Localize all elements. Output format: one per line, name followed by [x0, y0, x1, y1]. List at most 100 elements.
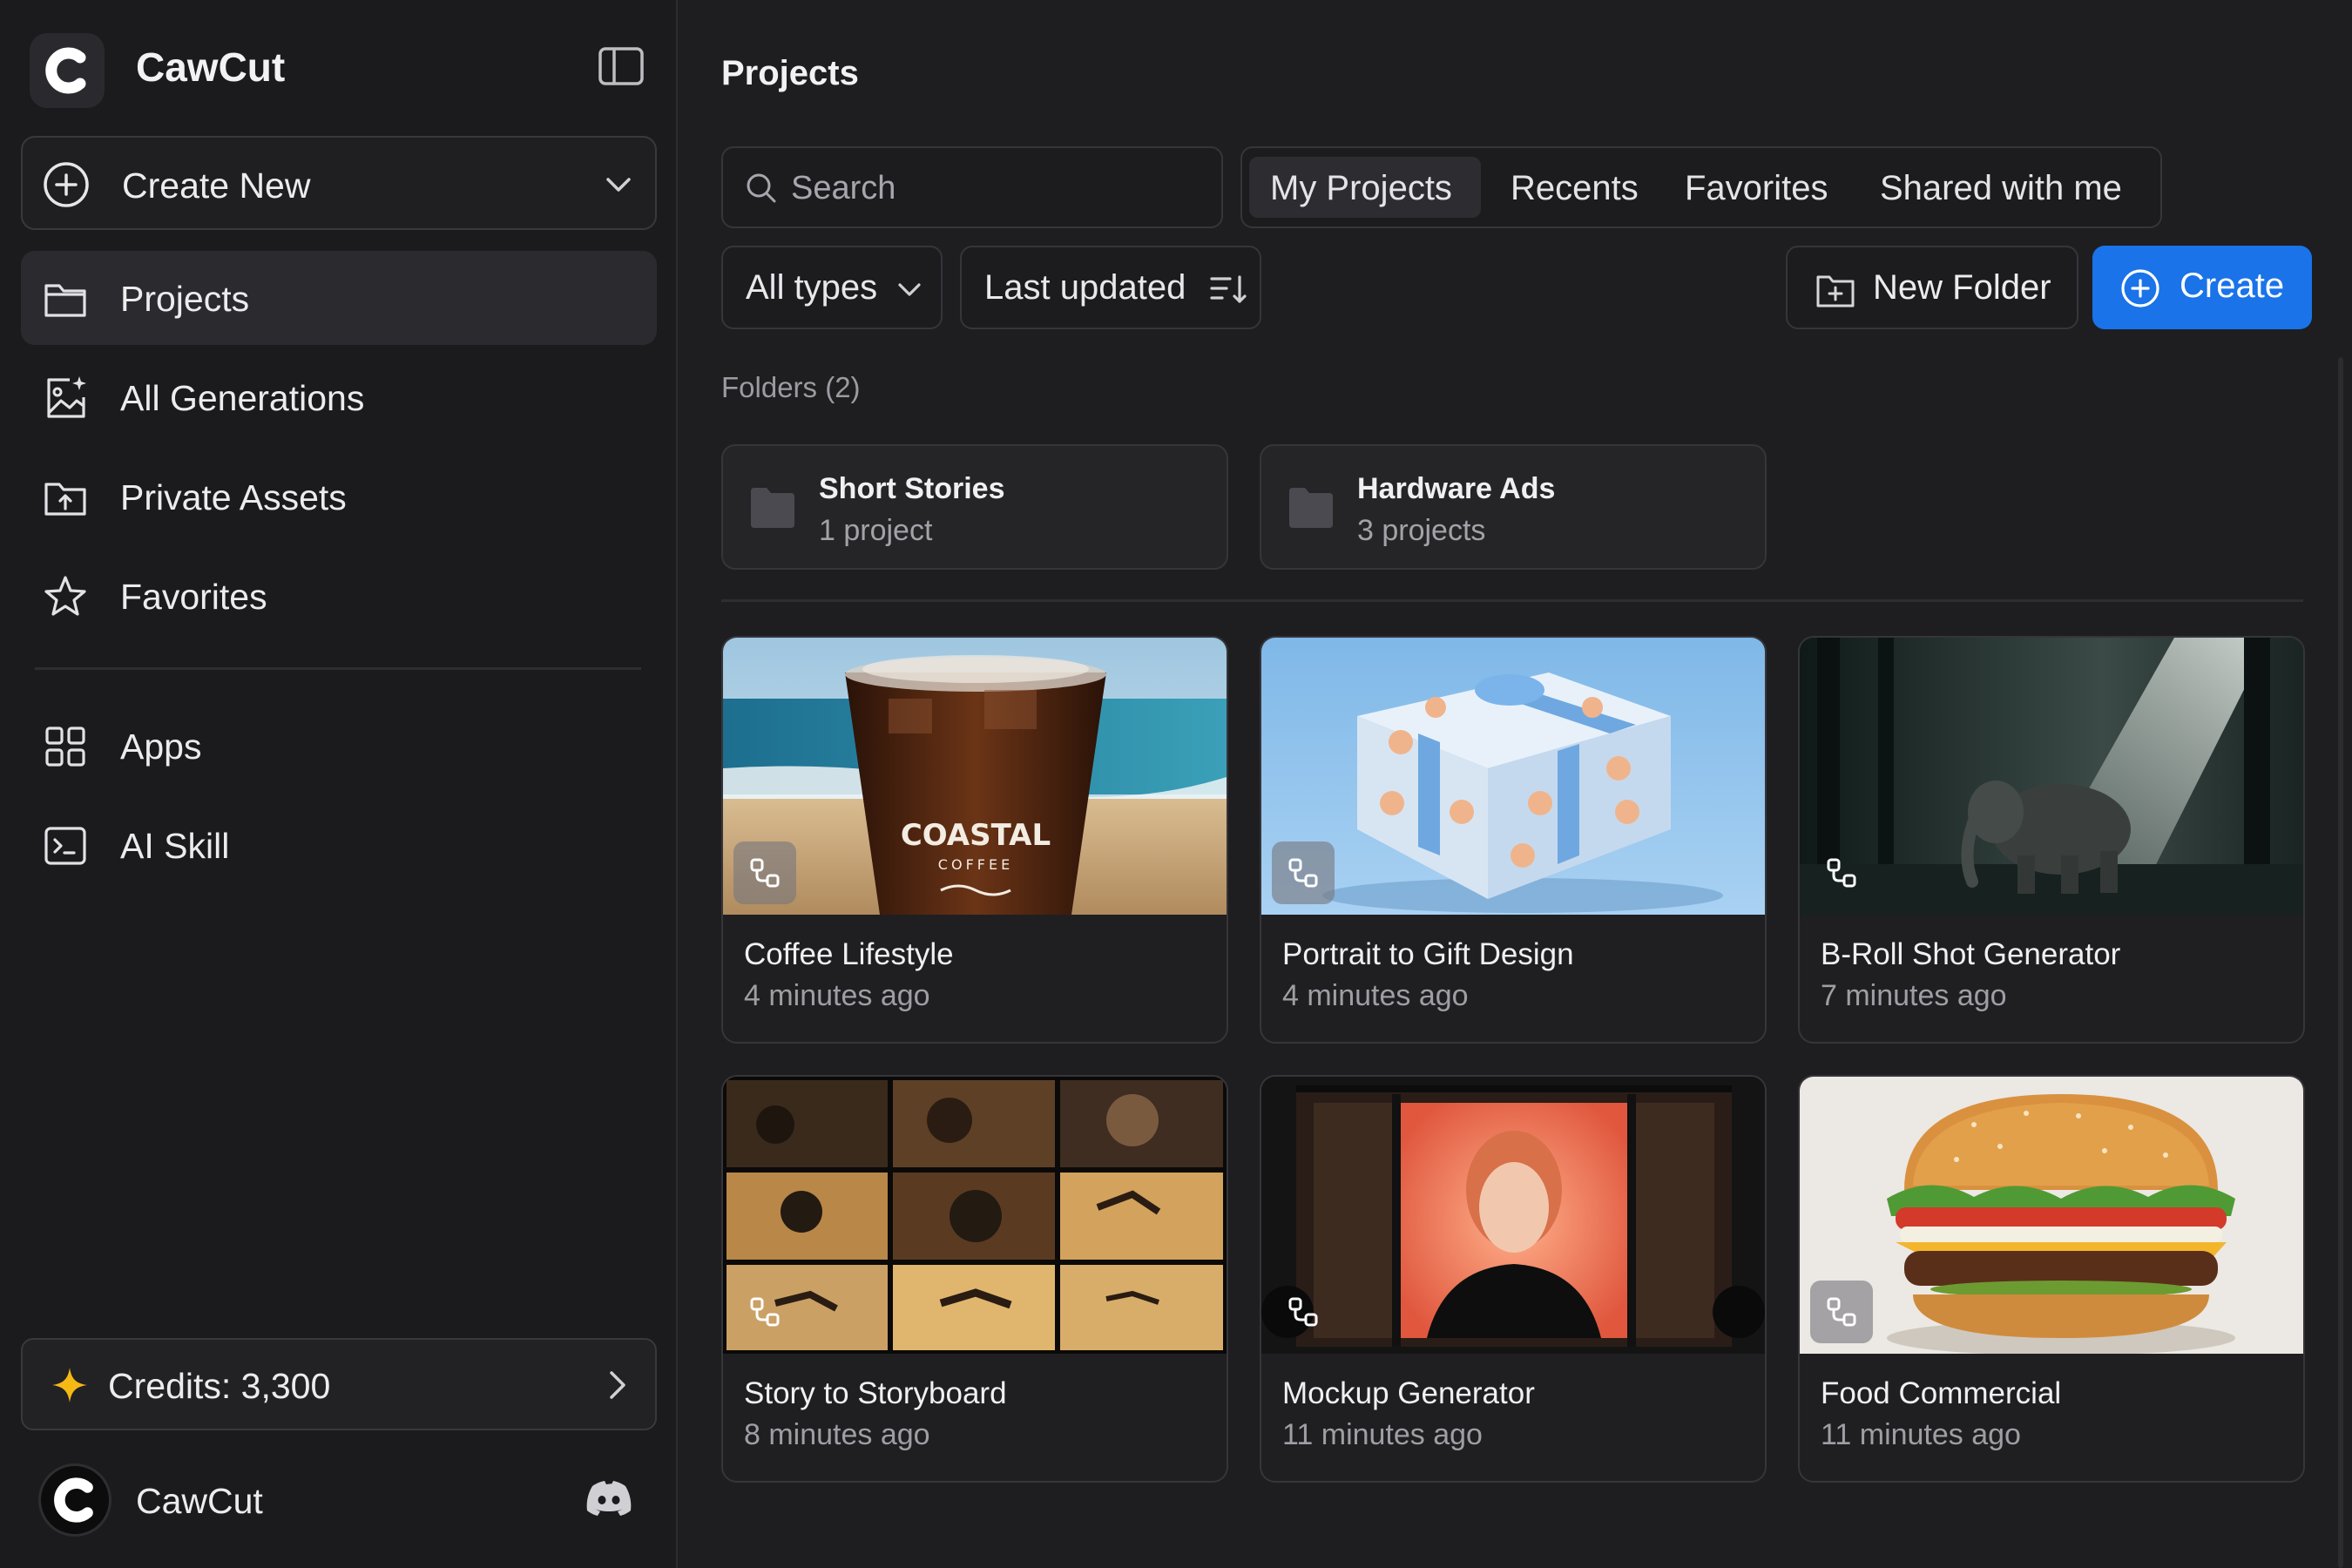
tab-label: My Projects	[1270, 169, 1452, 207]
project-thumbnail	[1800, 1077, 2303, 1354]
project-title: Story to Storyboard	[744, 1376, 1007, 1410]
project-thumbnail	[723, 1077, 1227, 1354]
type-filter-dropdown[interactable]: All types	[721, 246, 943, 329]
folder-icon	[42, 275, 89, 327]
image-sparkle-icon	[42, 375, 89, 426]
project-thumbnail	[1261, 638, 1765, 915]
new-folder-label: New Folder	[1873, 268, 2051, 307]
discord-icon[interactable]	[585, 1479, 632, 1522]
sidebar-item-label: Apps	[120, 727, 202, 767]
tab-shared-with-me[interactable]: Shared with me	[1861, 157, 2148, 218]
search-input[interactable]	[791, 164, 1209, 213]
project-thumbnail	[1800, 638, 2303, 915]
project-title: Mockup Generator	[1282, 1376, 1535, 1410]
account-name: CawCut	[136, 1481, 263, 1521]
create-new-button[interactable]: Create New	[21, 136, 657, 230]
star-icon	[42, 573, 89, 625]
plus-circle-icon	[42, 160, 91, 213]
workflow-badge	[733, 1281, 796, 1343]
new-folder-button[interactable]: New Folder	[1786, 246, 2078, 329]
sort-descending-icon	[1209, 272, 1247, 311]
project-thumbnail: COASTAL COFFEE	[723, 638, 1227, 915]
workflow-badge	[1810, 841, 1873, 904]
sidebar-item-ai-skill[interactable]: AI Skill	[21, 798, 657, 892]
project-card[interactable]: Portrait to Gift Design 4 minutes ago	[1260, 636, 1767, 1044]
chevron-right-icon	[598, 1366, 636, 1409]
chevron-down-icon	[894, 274, 925, 309]
project-title: Food Commercial	[1821, 1376, 2062, 1410]
project-tabs: My Projects Recents Favorites Shared wit…	[1240, 146, 2162, 228]
sidebar-item-projects[interactable]: Projects	[21, 251, 657, 345]
project-time: 11 minutes ago	[1282, 1418, 1483, 1451]
tab-label: Recents	[1511, 169, 1639, 207]
project-time: 7 minutes ago	[1821, 979, 2007, 1012]
project-card[interactable]: COASTAL COFFEE Coffee Lifestyle 4 minute…	[721, 636, 1228, 1044]
project-time: 11 minutes ago	[1821, 1418, 2021, 1451]
folder-count: 3 projects	[1357, 514, 1486, 547]
folder-filled-icon	[749, 486, 796, 534]
project-title: Portrait to Gift Design	[1282, 937, 1574, 971]
sort-label: Last updated	[984, 268, 1186, 307]
workflow-badge	[1272, 841, 1335, 904]
account-row[interactable]: CawCut	[38, 1460, 648, 1540]
plus-circle-icon	[2120, 268, 2160, 313]
sidebar-item-private-assets[interactable]: Private Assets	[21, 449, 657, 544]
tab-recents[interactable]: Recents	[1491, 157, 1657, 218]
page-title: Projects	[721, 54, 859, 92]
tab-favorites[interactable]: Favorites	[1666, 157, 1852, 218]
section-divider	[721, 599, 2303, 602]
tab-label: Favorites	[1685, 169, 1828, 207]
project-time: 4 minutes ago	[744, 979, 930, 1012]
sort-dropdown[interactable]: Last updated	[960, 246, 1261, 329]
project-card[interactable]: Food Commercial 11 minutes ago	[1798, 1075, 2305, 1483]
sidebar-item-label: All Generations	[120, 378, 365, 418]
coffee-cup-brand-text: COASTAL	[901, 818, 1051, 853]
project-card[interactable]: B-Roll Shot Generator 7 minutes ago	[1798, 636, 2305, 1044]
grid-icon	[42, 723, 89, 774]
sidebar-item-label: AI Skill	[120, 826, 230, 866]
sidebar-item-apps[interactable]: Apps	[21, 699, 657, 793]
folders-heading: Folders (2)	[721, 371, 861, 403]
tab-label: Shared with me	[1880, 169, 2122, 207]
folder-filled-icon	[1288, 486, 1335, 534]
cawcut-logo[interactable]	[30, 33, 105, 108]
scrollbar[interactable]	[2338, 357, 2343, 1568]
brand: CawCut	[30, 30, 657, 108]
project-card[interactable]: Story to Storyboard 8 minutes ago	[721, 1075, 1228, 1483]
sidebar-toggle-icon[interactable]	[596, 42, 646, 92]
project-title: B-Roll Shot Generator	[1821, 937, 2121, 971]
credits-button[interactable]: Credits: 3,300	[21, 1338, 657, 1430]
folder-count: 1 project	[819, 514, 933, 547]
project-time: 4 minutes ago	[1282, 979, 1469, 1012]
folder-card[interactable]: Short Stories 1 project	[721, 444, 1228, 570]
project-thumbnail	[1261, 1077, 1765, 1354]
type-filter-label: All types	[746, 268, 878, 307]
sidebar-item-all-generations[interactable]: All Generations	[21, 350, 657, 444]
workflow-badge	[1272, 1281, 1335, 1343]
app-name: CawCut	[136, 44, 286, 90]
folder-card[interactable]: Hardware Ads 3 projects	[1260, 444, 1767, 570]
create-button[interactable]: Create	[2092, 246, 2312, 329]
sidebar-item-label: Private Assets	[120, 477, 347, 517]
search-icon	[744, 171, 779, 210]
chevron-down-icon	[601, 167, 636, 206]
sidebar-divider	[35, 667, 641, 670]
folder-plus-icon	[1815, 272, 1855, 313]
workflow-badge	[733, 841, 796, 904]
search-box[interactable]	[721, 146, 1223, 228]
create-label: Create	[2180, 267, 2285, 305]
sparkle-icon	[51, 1366, 89, 1409]
terminal-icon	[42, 822, 89, 874]
main-content: Projects My Projects Recents Favorites S…	[679, 0, 2352, 1568]
sidebar-item-label: Projects	[120, 279, 250, 319]
folder-upload-icon	[42, 474, 89, 525]
sidebar: CawCut Create New Projects All Generatio…	[0, 0, 678, 1568]
project-title: Coffee Lifestyle	[744, 937, 954, 971]
folder-name: Short Stories	[819, 472, 1005, 505]
credits-label: Credits: 3,300	[108, 1366, 331, 1406]
tab-my-projects[interactable]: My Projects	[1249, 157, 1481, 218]
project-time: 8 minutes ago	[744, 1418, 930, 1451]
avatar[interactable]	[38, 1463, 112, 1537]
sidebar-item-favorites[interactable]: Favorites	[21, 549, 657, 643]
project-card[interactable]: Mockup Generator 11 minutes ago	[1260, 1075, 1767, 1483]
